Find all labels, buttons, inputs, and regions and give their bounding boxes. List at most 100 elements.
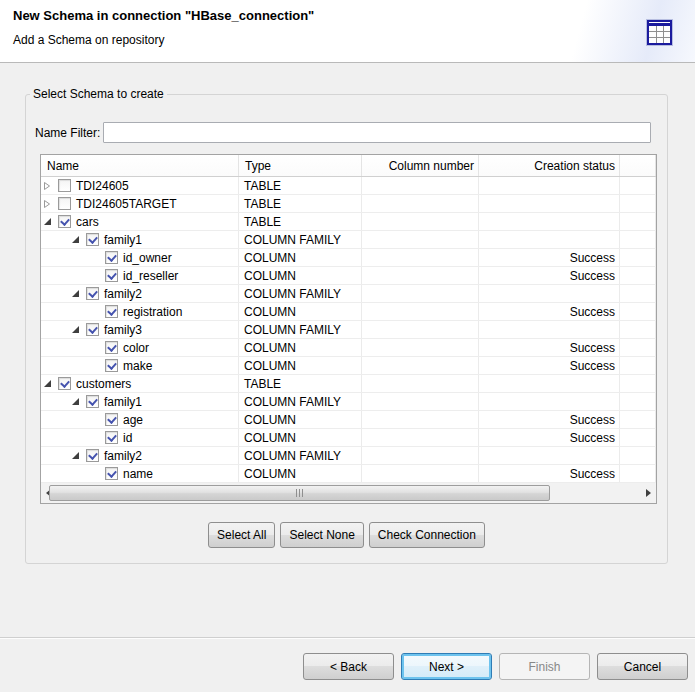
tree-row[interactable]: TDI24605TARGETTABLE	[41, 195, 656, 213]
selection-buttons: Select All Select None Check Connection	[26, 522, 667, 548]
cell-name: age	[41, 411, 239, 428]
column-header-type[interactable]: Type	[239, 155, 362, 176]
row-checkbox[interactable]	[86, 395, 99, 408]
cell-column_number	[362, 357, 479, 374]
horizontal-scrollbar[interactable]	[41, 483, 656, 503]
wizard-dialog: New Schema in connection "HBase_connecti…	[0, 0, 695, 692]
cell-creation_status: Success	[479, 303, 620, 320]
cell-name: TDI24605	[41, 177, 239, 194]
tree-row[interactable]: idCOLUMNSuccess	[41, 429, 656, 447]
row-checkbox[interactable]	[58, 377, 71, 390]
back-button[interactable]: < Back	[303, 653, 394, 680]
tree-row[interactable]: family3COLUMN FAMILY	[41, 321, 656, 339]
cell-creation_status	[479, 231, 620, 248]
row-checkbox[interactable]	[86, 233, 99, 246]
column-header-name[interactable]: Name	[41, 155, 239, 176]
cell-name: TDI24605TARGET	[41, 195, 239, 212]
name-filter-input[interactable]	[103, 122, 651, 143]
cell-column_number	[362, 285, 479, 302]
tree-row[interactable]: family2COLUMN FAMILY	[41, 285, 656, 303]
schema-tree-table: NameTypeColumn numberCreation status TDI…	[40, 154, 657, 504]
cell-column_number	[362, 195, 479, 212]
cell-type: COLUMN	[239, 267, 362, 284]
tree-row[interactable]: customersTABLE	[41, 375, 656, 393]
tree-expander-collapsed-icon[interactable]	[43, 199, 58, 209]
row-checkbox[interactable]	[105, 359, 118, 372]
column-header-spare[interactable]	[620, 155, 656, 176]
wizard-header: New Schema in connection "HBase_connecti…	[0, 0, 695, 63]
cell-creation_status	[479, 321, 620, 338]
tree-row[interactable]: family2COLUMN FAMILY	[41, 447, 656, 465]
scroll-right-arrow-icon[interactable]	[639, 483, 656, 503]
row-name: cars	[76, 215, 99, 229]
tree-expander-expanded-icon[interactable]	[71, 451, 86, 460]
cell-column_number	[362, 177, 479, 194]
tree-row[interactable]: ageCOLUMNSuccess	[41, 411, 656, 429]
row-checkbox[interactable]	[86, 449, 99, 462]
cell-name: customers	[41, 375, 239, 392]
cell-name: family1	[41, 393, 239, 410]
cell-spare	[620, 213, 656, 230]
tree-expander-expanded-icon[interactable]	[43, 217, 58, 226]
row-checkbox[interactable]	[86, 323, 99, 336]
table-grid-icon	[646, 19, 673, 46]
row-checkbox[interactable]	[58, 215, 71, 228]
tree-row[interactable]: TDI24605TABLE	[41, 177, 656, 195]
row-checkbox[interactable]	[105, 413, 118, 426]
tree-row[interactable]: id_reseller COLUMN Success	[41, 267, 656, 285]
check-connection-button[interactable]: Check Connection	[369, 522, 485, 548]
tree-row[interactable]: colorCOLUMNSuccess	[41, 339, 656, 357]
cell-name: registration	[41, 303, 239, 320]
column-header-creation_status[interactable]: Creation status	[479, 155, 620, 176]
tree-row[interactable]: family1COLUMN FAMILY	[41, 231, 656, 249]
select-none-button[interactable]: Select None	[280, 522, 363, 548]
footer-separator	[0, 637, 695, 639]
cancel-button[interactable]: Cancel	[597, 653, 688, 680]
tree-expander-expanded-icon[interactable]	[43, 379, 58, 388]
cell-creation_status: Success	[479, 249, 620, 266]
tree-row[interactable]: makeCOLUMNSuccess	[41, 357, 656, 375]
cell-type: COLUMN	[239, 339, 362, 356]
tree-row[interactable]: id_ownerCOLUMNSuccess	[41, 249, 656, 267]
tree-row[interactable]: family1COLUMN FAMILY	[41, 393, 656, 411]
cell-type: COLUMN FAMILY	[239, 393, 362, 410]
cell-spare	[620, 393, 656, 410]
tree-expander-expanded-icon[interactable]	[71, 397, 86, 406]
cell-spare	[620, 195, 656, 212]
select-schema-group: Select Schema to create Name Filter: Nam…	[25, 94, 668, 564]
row-name: registration	[123, 305, 182, 319]
cell-type: TABLE	[239, 213, 362, 230]
cell-column_number	[362, 249, 479, 266]
tree-expander-expanded-icon[interactable]	[71, 325, 86, 334]
row-checkbox[interactable]	[105, 341, 118, 354]
cell-type: COLUMN FAMILY	[239, 321, 362, 338]
row-checkbox[interactable]	[105, 431, 118, 444]
tree-expander-expanded-icon[interactable]	[71, 289, 86, 298]
tree-expander-expanded-icon[interactable]	[71, 235, 86, 244]
select-all-button[interactable]: Select All	[208, 522, 275, 548]
row-checkbox[interactable]	[58, 197, 71, 210]
next-button[interactable]: Next >	[401, 653, 492, 680]
tree-row[interactable]: registrationCOLUMNSuccess	[41, 303, 656, 321]
row-checkbox[interactable]	[105, 251, 118, 264]
tree-expander-collapsed-icon[interactable]	[43, 181, 58, 191]
row-checkbox[interactable]	[86, 287, 99, 300]
row-name: age	[123, 413, 143, 427]
cell-creation_status	[479, 195, 620, 212]
tree-row[interactable]: nameCOLUMNSuccess	[41, 465, 656, 483]
row-checkbox[interactable]	[105, 305, 118, 318]
row-name: id_reseller	[123, 269, 178, 283]
cell-spare	[620, 321, 656, 338]
cell-column_number	[362, 411, 479, 428]
row-checkbox[interactable]	[58, 179, 71, 192]
wizard-subtitle: Add a Schema on repository	[13, 33, 164, 47]
scrollbar-thumb[interactable]	[49, 485, 550, 501]
row-checkbox[interactable]	[105, 269, 118, 282]
column-header-column_number[interactable]: Column number	[362, 155, 479, 176]
row-checkbox[interactable]	[105, 467, 118, 480]
tree-row[interactable]: cars TABLE	[41, 213, 656, 231]
cell-name: make	[41, 357, 239, 374]
cell-spare	[620, 177, 656, 194]
cell-column_number	[362, 321, 479, 338]
cell-creation_status: Success	[479, 267, 620, 284]
